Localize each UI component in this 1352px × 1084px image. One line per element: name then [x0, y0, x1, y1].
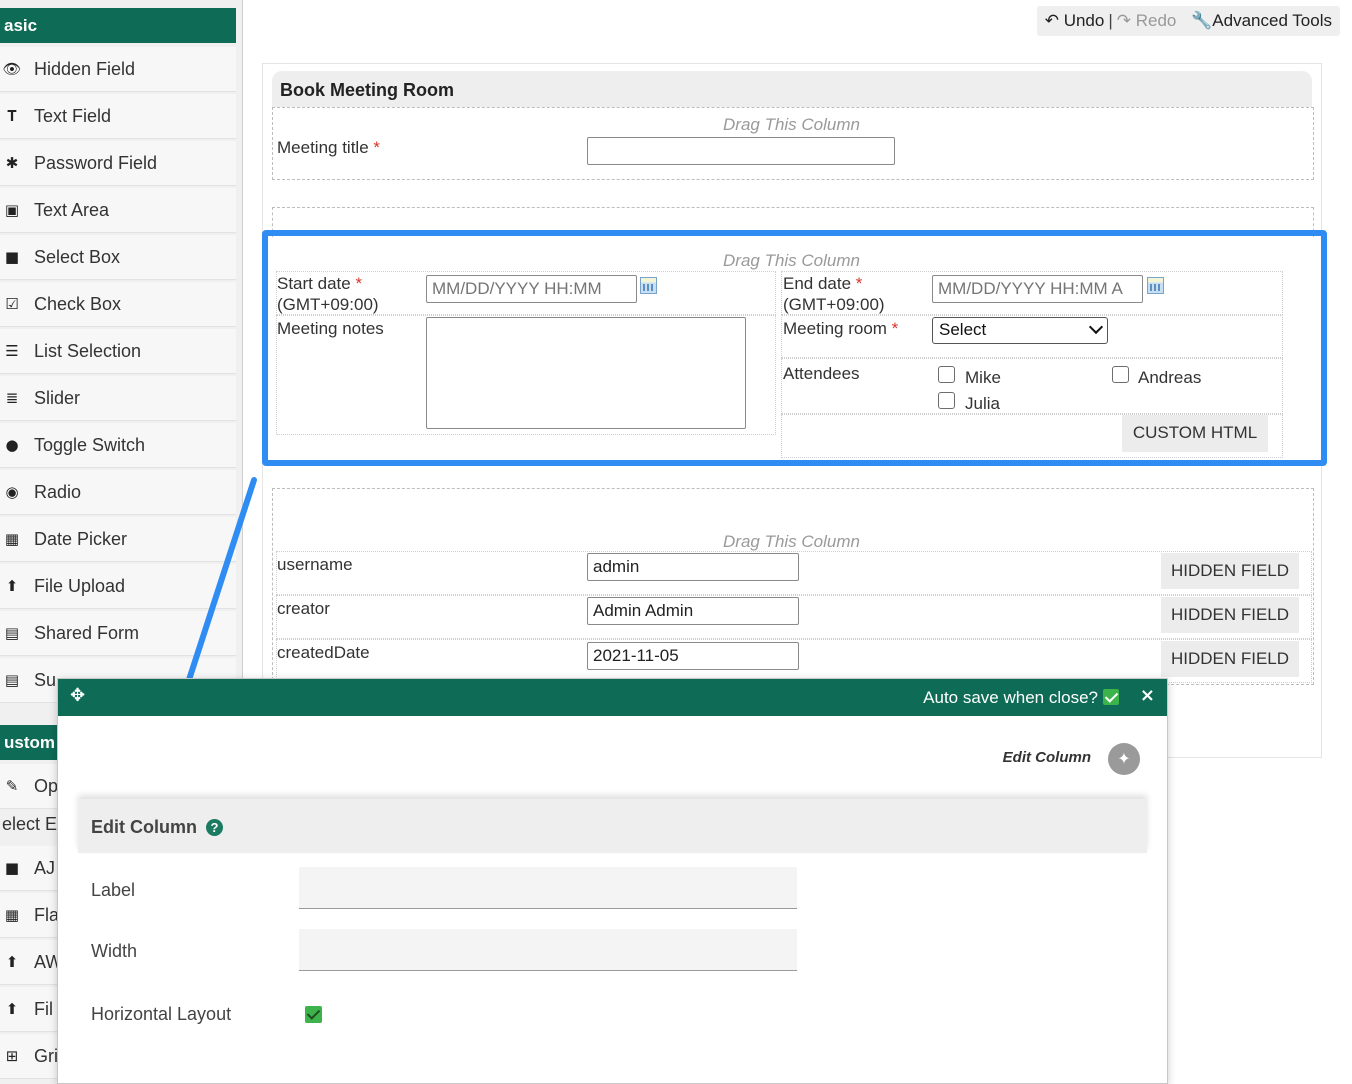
date-picker-icon: ▦	[4, 530, 20, 548]
palette-item-hidden-field[interactable]: 👁 Hidden Field	[0, 47, 236, 92]
palette-item-toggle-switch[interactable]: ● Toggle Switch	[0, 423, 236, 468]
palette-item-shared-form[interactable]: ▤ Shared Form	[0, 611, 236, 656]
shared-form-icon: ▤	[4, 624, 20, 642]
edit-column-link[interactable]: Edit Column	[1003, 749, 1091, 766]
palette-item-slider[interactable]: ≣ Slider	[0, 376, 236, 421]
palette-item-label: Select Box	[34, 247, 121, 267]
auto-save-label: Auto save when close?	[923, 688, 1098, 707]
palette-item-label: File Upload	[34, 576, 126, 596]
meeting-title-label: Meeting title *	[277, 137, 380, 158]
undo-label: Undo	[1063, 11, 1105, 30]
username-input[interactable]: admin	[587, 553, 799, 581]
palette-item-file-upload[interactable]: ⬆ File Upload	[0, 564, 236, 609]
label-field-label: Label	[91, 880, 136, 900]
palette-item-label: Gri	[34, 1046, 58, 1066]
hidden-row-label: creator	[277, 599, 330, 618]
palette-item-text-field[interactable]: 𝐓 Text Field	[0, 94, 236, 139]
horizontal-layout-label: Horizontal Layout	[91, 1004, 232, 1024]
help-icon[interactable]: ?	[206, 819, 224, 836]
hidden-field-tag[interactable]: HIDDEN FIELD	[1161, 641, 1299, 677]
palette-item-label: Hidden Field	[34, 59, 136, 79]
file-upload-icon: ⬆	[5, 577, 19, 595]
palette-item-check-box[interactable]: ☑ Check Box	[0, 282, 236, 327]
redo-icon: ↷	[1116, 11, 1131, 30]
width-field-label: Width	[91, 941, 138, 961]
palette-item-label: Date Picker	[34, 529, 128, 549]
compress-icon[interactable]: ✦	[1108, 743, 1140, 775]
drag-column-handle[interactable]: Drag This Column	[723, 115, 860, 135]
undo-button[interactable]: ↶ Undo	[1045, 11, 1105, 30]
select-box-icon: ■	[4, 248, 20, 266]
check-box-icon: ☑	[5, 295, 19, 313]
palette-item-select-box[interactable]: ■ Select Box	[0, 235, 236, 280]
slider-icon: ≣	[5, 389, 19, 407]
undo-icon: ↶	[1044, 11, 1059, 30]
palette-item-label: Slider	[34, 388, 81, 408]
panel-title-text: Edit Column	[91, 817, 197, 837]
palette-item-text-area[interactable]: ▣ Text Area	[0, 188, 236, 233]
list-selection-icon: ☰	[5, 342, 19, 360]
palette-item-password-field[interactable]: ✱ Password Field	[0, 141, 236, 186]
close-icon[interactable]: ×	[1140, 679, 1155, 713]
wrench-icon: 🔧	[1191, 11, 1213, 30]
palette-item-label: Toggle Switch	[34, 435, 146, 455]
meeting-title-text: Meeting title	[277, 138, 369, 157]
hidden-field-tag[interactable]: HIDDEN FIELD	[1161, 553, 1299, 589]
required-mark: *	[373, 138, 381, 157]
top-toolbar: ↶ Undo | ↷ Redo 🔧Advanced Tools	[1036, 6, 1340, 36]
palette-item-label: Check Box	[34, 294, 122, 314]
move-icon[interactable]: ✥	[70, 687, 85, 705]
calendar-icon: ▦	[4, 906, 20, 924]
hidden-row-label: createdDate	[277, 643, 370, 662]
drag-column-handle[interactable]: Drag This Column	[723, 532, 860, 552]
dialog-header[interactable]: ✥ Auto save when close? ×	[58, 679, 1167, 716]
palette-item-label: Text Field	[34, 106, 112, 126]
hidden-field-tag[interactable]: HIDDEN FIELD	[1161, 597, 1299, 633]
created-date-input[interactable]: 2021-11-05	[587, 642, 799, 670]
selected-section-highlight	[262, 230, 1327, 466]
toolbar-separator: |	[1108, 11, 1113, 30]
palette-item-label: Fla	[34, 905, 60, 925]
file-icon: ⬆	[5, 1000, 19, 1018]
upload-icon: ⬆	[5, 953, 19, 971]
auto-save-toggle[interactable]: Auto save when close?	[923, 679, 1119, 716]
subform-icon: ▤	[4, 671, 20, 689]
palette-item-label: Shared Form	[34, 623, 140, 643]
checkbox-checked-icon[interactable]	[1103, 689, 1119, 705]
palette-item-label: List Selection	[34, 341, 142, 361]
label-input[interactable]	[299, 867, 797, 909]
palette-item-label: Password Field	[34, 153, 158, 173]
hidden-row-label: username	[277, 555, 353, 574]
password-field-icon: ✱	[5, 154, 19, 172]
advanced-tools-button[interactable]: 🔧Advanced Tools	[1191, 11, 1332, 30]
redo-button[interactable]: ↷ Redo	[1117, 11, 1177, 30]
palette-item-list-selection[interactable]: ☰ List Selection	[0, 329, 236, 374]
redo-label: Redo	[1135, 11, 1177, 30]
toggle-switch-icon: ●	[5, 436, 19, 454]
text-area-icon: ▣	[4, 201, 20, 219]
width-input[interactable]	[299, 929, 797, 971]
palette-item-label: Su	[34, 670, 57, 690]
edit-column-dialog: ✥ Auto save when close? × Edit Column ✦ …	[57, 678, 1168, 1084]
creator-input[interactable]: Admin Admin	[587, 597, 799, 625]
hidden-field-icon: 👁	[2, 60, 22, 78]
section-title[interactable]: Book Meeting Room	[272, 71, 1312, 107]
palette-item-radio[interactable]: ◉ Radio	[0, 470, 236, 515]
palette-item-label: AJ	[34, 858, 56, 878]
advanced-tools-label: Advanced Tools	[1212, 11, 1332, 30]
basic-section-header[interactable]: asic	[0, 8, 236, 43]
horizontal-layout-checkbox[interactable]	[305, 1006, 322, 1023]
meeting-title-input[interactable]	[587, 137, 895, 165]
palette-item-date-picker[interactable]: ▦ Date Picker	[0, 517, 236, 562]
palette-item-label: Text Area	[34, 200, 110, 220]
edit-column-panel-title: Edit Column ?	[78, 799, 1147, 853]
text-field-icon: 𝐓	[7, 107, 17, 125]
grid-icon: ⊞	[5, 1047, 19, 1065]
radio-icon: ◉	[5, 483, 19, 501]
palette-item-label: Fil	[34, 999, 53, 1019]
ajax-select-icon: ■	[4, 859, 20, 877]
palette-item-label: Radio	[34, 482, 82, 502]
